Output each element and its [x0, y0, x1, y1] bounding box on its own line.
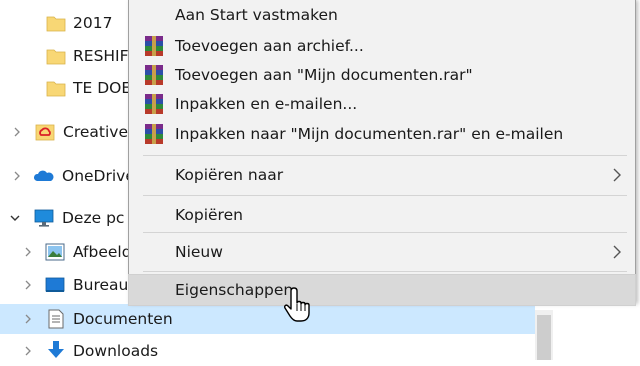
menu-item-label: Kopiëren naar	[175, 166, 284, 184]
onedrive-cloud-icon	[34, 170, 54, 181]
nav-item-downloads[interactable]: Downloads	[0, 336, 535, 366]
nav-item-label: Deze pc	[62, 209, 125, 227]
submenu-arrow-icon	[613, 245, 621, 259]
menu-separator	[143, 195, 627, 196]
menu-item-add-to-rar[interactable]: Toevoegen aan "Mijn documenten.rar"	[129, 60, 635, 90]
menu-separator	[143, 232, 627, 233]
nav-item-documenten[interactable]: Documenten	[0, 304, 535, 334]
menu-item-label: Eigenschappen	[175, 281, 294, 299]
chevron-right-icon[interactable]	[21, 245, 35, 259]
content-area	[553, 300, 640, 360]
chevron-right-icon[interactable]	[21, 278, 35, 292]
folder-icon	[46, 16, 66, 32]
download-arrow-icon	[48, 341, 64, 358]
computer-icon	[34, 209, 54, 227]
nav-item-label: Downloads	[73, 342, 159, 360]
chevron-right-icon[interactable]	[21, 312, 35, 326]
winrar-icon	[145, 94, 163, 114]
nav-item-label: 2017	[73, 14, 113, 32]
documents-icon	[48, 309, 64, 329]
menu-item-compress-to-rar-and-email[interactable]: Inpakken naar "Mijn documenten.rar" en e…	[129, 119, 635, 149]
folder-icon	[46, 81, 66, 97]
menu-item-label: Kopiëren	[175, 206, 243, 224]
hand-cursor-icon	[284, 287, 310, 322]
menu-item-label: Toevoegen aan archief...	[175, 37, 364, 55]
chevron-right-icon[interactable]	[21, 344, 35, 358]
menu-separator	[143, 271, 627, 272]
folder-icon	[46, 49, 66, 65]
submenu-arrow-icon	[613, 168, 621, 182]
pictures-icon	[45, 243, 65, 261]
nav-item-label: OneDrive	[62, 167, 135, 185]
menu-item-label: Nieuw	[175, 243, 223, 261]
chevron-right-icon[interactable]	[10, 169, 24, 183]
menu-item-label: Inpakken naar "Mijn documenten.rar" en e…	[175, 125, 564, 143]
menu-item-compress-and-email[interactable]: Inpakken en e-mailen...	[129, 89, 635, 119]
menu-item-label: Toevoegen aan "Mijn documenten.rar"	[175, 66, 473, 84]
scrollbar-thumb[interactable]	[537, 315, 551, 360]
nav-item-label: Documenten	[73, 310, 173, 328]
winrar-icon	[145, 124, 163, 144]
context-menu: Aan Start vastmaken Toevoegen aan archie…	[128, 0, 636, 306]
winrar-icon	[145, 65, 163, 85]
menu-item-label: Inpakken en e-mailen...	[175, 95, 358, 113]
menu-item-copy-to[interactable]: Kopiëren naar	[129, 160, 635, 190]
menu-item-new[interactable]: Nieuw	[129, 237, 635, 267]
winrar-icon	[145, 36, 163, 56]
chevron-down-icon[interactable]	[8, 211, 22, 225]
menu-item-pin-to-start[interactable]: Aan Start vastmaken	[129, 0, 635, 30]
chevron-right-icon[interactable]	[10, 125, 24, 139]
menu-item-properties[interactable]: Eigenschappen	[128, 274, 636, 306]
desktop-icon	[45, 277, 65, 292]
creative-cloud-icon	[35, 124, 55, 141]
menu-item-copy[interactable]: Kopiëren	[129, 200, 635, 230]
menu-item-label: Aan Start vastmaken	[175, 6, 338, 24]
menu-separator	[143, 155, 627, 156]
nav-item-label: TE DOE	[73, 79, 132, 97]
menu-item-add-to-archive[interactable]: Toevoegen aan archief...	[129, 31, 635, 61]
